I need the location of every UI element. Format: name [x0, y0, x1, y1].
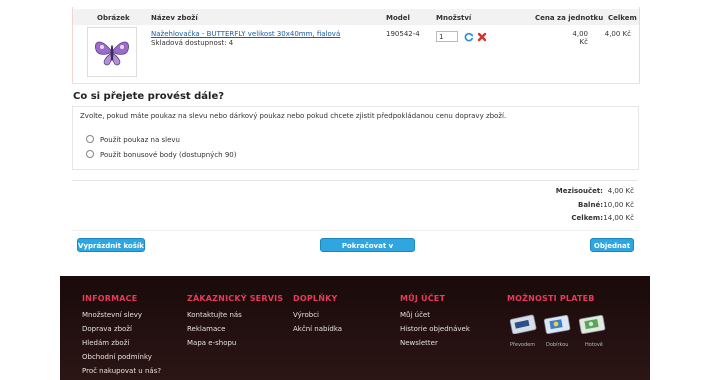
footer-title-payments: MOŽNOSTI PLATEB [507, 294, 595, 303]
coupon-radio[interactable] [86, 135, 94, 143]
header-model: Model [386, 14, 410, 22]
butterfly-image [95, 41, 129, 66]
totals-bottom-divider [72, 230, 638, 231]
footer-link[interactable]: Akční nabídka [293, 325, 342, 333]
header-name: Název zboží [151, 14, 198, 22]
payment-label: Převodem [510, 342, 536, 348]
bonus-points-radio[interactable] [86, 150, 94, 158]
grand-total-value: 14,00 Kč [603, 214, 634, 222]
subtotal-label: Mezisoučet: [555, 187, 603, 195]
footer-link[interactable]: Historie objednávek [400, 325, 470, 333]
footer-title-informace: INFORMACE [82, 294, 138, 303]
coupon-option-label[interactable]: Použít poukaz na slevu [100, 136, 180, 144]
grand-total-label: Celkem: [571, 214, 603, 222]
product-stock: Skladová dostupnost: 4 [151, 39, 234, 47]
order-button[interactable]: Objednat [590, 238, 634, 252]
site-footer: INFORMACE Množstevní slevy Doprava zboží… [60, 276, 650, 380]
footer-link[interactable]: Můj účet [400, 311, 430, 319]
product-model: 190542-4 [386, 30, 420, 38]
footer-link[interactable]: Výrobci [293, 311, 319, 319]
payment-label: Hotově [585, 342, 603, 348]
header-total: Celkem [608, 14, 637, 22]
continue-shopping-button[interactable]: Pokračovat v nakupování [320, 238, 415, 264]
footer-title-doplnky: DOPLŇKY [293, 294, 338, 303]
footer-link[interactable]: Hledám zboží [82, 339, 129, 347]
next-step-description: Zvolte, pokud máte poukaz na slevu nebo … [80, 112, 507, 120]
quantity-input[interactable]: 1 [436, 31, 458, 42]
footer-link[interactable]: Kontaktujte nás [187, 311, 242, 319]
bank-transfer-icon [509, 314, 537, 334]
refresh-icon[interactable] [464, 32, 474, 42]
line-total: 4,00 Kč [604, 30, 631, 38]
unit-price: 4,00 Kč [572, 30, 588, 46]
footer-link[interactable]: Obchodní podmínky [82, 353, 152, 361]
next-step-title: Co si přejete provést dále? [73, 91, 225, 102]
cart-header-row: Obrázek Název zboží Model Množství Cena … [73, 9, 639, 25]
empty-cart-button[interactable]: Vyprázdnit košík [77, 238, 145, 252]
totals-divider [72, 180, 638, 181]
footer-link[interactable]: Doprava zboží [82, 325, 132, 333]
footer-link[interactable]: Proč nakupovat u nás? [82, 367, 161, 375]
cash-icon [578, 314, 606, 334]
page: Obrázek Název zboží Model Množství Cena … [0, 0, 710, 380]
packing-value: 10,00 Kč [603, 201, 634, 209]
footer-link[interactable]: Množstevní slevy [82, 311, 142, 319]
footer-title-my-account: MŮJ ÚČET [400, 294, 446, 303]
footer-link[interactable]: Reklamace [187, 325, 225, 333]
product-image[interactable] [87, 27, 137, 77]
cash-on-delivery-icon [543, 314, 571, 334]
header-image: Obrázek [97, 14, 130, 22]
bonus-points-option-label[interactable]: Použít bonusové body (dostupných 90) [100, 151, 236, 159]
subtotal-value: 4,00 Kč [607, 187, 634, 195]
product-name-link[interactable]: Nažehlovačka - BUTTERFLY velikost 30x40m… [151, 30, 340, 38]
header-quantity: Množství [436, 14, 472, 22]
packing-label: Balné: [578, 201, 603, 209]
footer-link[interactable]: Mapa e-shopu [187, 339, 236, 347]
footer-link[interactable]: Newsletter [400, 339, 438, 347]
header-unit-price: Cena za jednotku [535, 14, 604, 22]
next-step-box: Zvolte, pokud máte poukaz na slevu nebo … [72, 106, 639, 170]
cart-table: Obrázek Název zboží Model Množství Cena … [72, 7, 640, 84]
footer-title-customer-service: ZÁKAZNICKÝ SERVIS [187, 294, 284, 303]
payment-label: Dobírkou [546, 342, 569, 348]
remove-icon[interactable] [477, 32, 487, 42]
